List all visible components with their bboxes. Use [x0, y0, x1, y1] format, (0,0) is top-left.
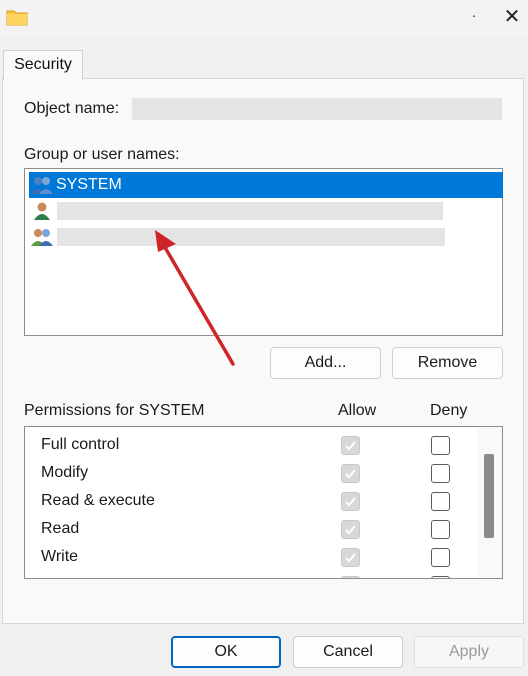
folder-icon — [6, 10, 28, 26]
add-button[interactable]: Add... — [270, 347, 381, 379]
user-list[interactable]: SYSTEM — [24, 168, 503, 336]
allow-checkbox[interactable] — [341, 576, 360, 578]
allow-checkbox[interactable] — [341, 436, 360, 455]
deny-checkbox[interactable] — [431, 520, 450, 539]
allow-header: Allow — [338, 402, 377, 419]
user-row-2[interactable] — [29, 198, 503, 224]
user-row-system[interactable]: SYSTEM — [29, 172, 503, 198]
permission-name: Read — [41, 520, 80, 537]
user-name-redacted — [57, 202, 443, 220]
allow-checkbox[interactable] — [341, 464, 360, 483]
object-name-label: Object name: — [24, 100, 120, 117]
permission-row-read: Read — [25, 516, 475, 544]
ok-button[interactable]: OK — [171, 636, 281, 668]
permission-row-full-control: Full control — [25, 432, 475, 460]
allow-checkbox[interactable] — [341, 548, 360, 567]
permission-row-write: Write — [25, 544, 475, 572]
users-group-icon — [31, 177, 53, 194]
object-name-value — [132, 98, 502, 120]
user-icon — [34, 202, 50, 220]
deny-checkbox[interactable] — [431, 548, 450, 567]
cancel-button[interactable]: Cancel — [293, 636, 403, 668]
close-icon: ✕ — [503, 6, 521, 28]
close-button[interactable]: ✕ — [500, 4, 524, 30]
permission-row-partial — [25, 572, 475, 578]
allow-checkbox[interactable] — [341, 492, 360, 511]
permission-name: Write — [41, 548, 79, 565]
deny-checkbox[interactable] — [431, 464, 450, 483]
user-row-3[interactable] — [29, 224, 503, 250]
tab-security[interactable]: Security — [3, 50, 83, 80]
deny-header: Deny — [430, 402, 468, 419]
group-users-label: Group or user names: — [24, 146, 180, 163]
permission-name: Read & execute — [41, 492, 155, 509]
title-text: . — [472, 4, 476, 20]
deny-checkbox[interactable] — [431, 492, 450, 511]
permission-name: Modify — [41, 464, 89, 481]
users-group-icon — [31, 229, 53, 246]
permission-row-read-execute: Read & execute — [25, 488, 475, 516]
permissions-label: Permissions for SYSTEM — [24, 402, 205, 419]
scrollbar-thumb[interactable] — [484, 454, 494, 538]
deny-checkbox[interactable] — [431, 576, 450, 578]
permissions-list[interactable]: Full control Modify Read & execute Read … — [24, 426, 503, 579]
deny-checkbox[interactable] — [431, 436, 450, 455]
remove-button[interactable]: Remove — [392, 347, 503, 379]
user-name-redacted — [57, 228, 445, 246]
permission-name: Full control — [41, 436, 120, 453]
permission-row-modify: Modify — [25, 460, 475, 488]
title-bar: . ✕ — [0, 0, 528, 36]
apply-button[interactable]: Apply — [414, 636, 524, 668]
user-name: SYSTEM — [56, 176, 122, 193]
allow-checkbox[interactable] — [341, 520, 360, 539]
